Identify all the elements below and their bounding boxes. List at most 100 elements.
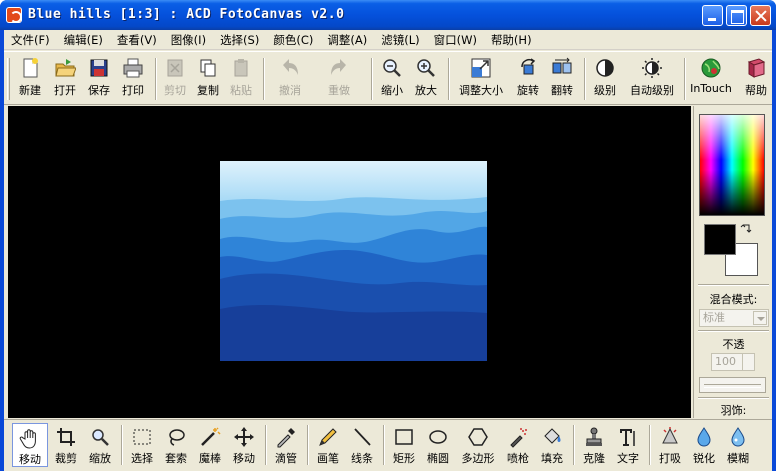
resize-button[interactable]: 调整大小 [453,55,509,101]
opacity-slider[interactable] [699,377,766,393]
save-button[interactable]: 保存 [81,55,117,101]
tool-magic-wand[interactable]: 魔棒 [192,423,228,467]
tool-hand-move[interactable]: 移动 [12,423,48,467]
tool-airbrush[interactable]: 喷枪 [500,423,536,467]
tool-clone[interactable]: 克隆 [576,423,612,467]
swap-colors-icon[interactable] [740,223,752,235]
app-logo-icon[interactable] [6,7,22,23]
levels-button[interactable]: 级别 [588,55,622,101]
tool-zoom[interactable]: 缩放 [82,423,118,467]
hand-icon [19,429,36,449]
tool-line[interactable]: 线条 [344,423,380,467]
auto-levels-label: 自动级别 [630,84,674,97]
zoom-in-button[interactable]: 放大 [409,55,443,101]
toolbar-separator [155,58,157,100]
spin-arrows-icon[interactable] [742,354,754,370]
canvas-area[interactable] [8,106,691,418]
sharpen-icon [697,427,711,447]
title-bar[interactable]: Blue hills [1:3] : ACD FotoCanvas v2.0 [0,0,776,30]
tool-label: 打吸 [659,452,681,465]
rect-select-icon [133,429,151,445]
maximize-button[interactable] [726,5,747,26]
tool-polygon[interactable]: 多边形 [456,423,500,467]
clone-stamp-icon [586,427,602,446]
tool-ellipse[interactable]: 椭圆 [420,423,456,467]
toolbar-separator [383,425,385,465]
cut-button[interactable]: 剪切 [158,55,192,101]
menu-help[interactable]: 帮助(H) [484,30,539,50]
blend-mode-select[interactable]: 标准 [699,309,769,327]
polygon-icon [468,428,488,446]
pencil-icon [319,428,337,446]
menu-image[interactable]: 图像(I) [164,30,213,50]
paste-icon [234,59,248,77]
rotate-icon [521,58,536,75]
intouch-button[interactable]: InTouch [688,55,734,101]
copy-label: 复制 [197,84,219,97]
tool-label: 椭圆 [427,452,449,465]
minimize-button[interactable] [702,5,723,26]
tool-rectangle[interactable]: 矩形 [386,423,422,467]
tool-fill[interactable]: 填充 [534,423,570,467]
opacity-spinner[interactable]: 100 [711,353,755,371]
toolbar-grip[interactable] [7,58,10,100]
menu-adjust[interactable]: 调整(A) [320,30,374,50]
line-icon [354,428,371,446]
menu-window[interactable]: 窗口(W) [427,30,484,50]
zoom-out-button[interactable]: 缩小 [375,55,409,101]
crop-icon [57,428,75,446]
flip-button[interactable]: 翻转 [545,55,579,101]
tool-rect-select[interactable]: 选择 [124,423,160,467]
color-spectrum-picker[interactable] [699,114,765,216]
tool-text[interactable]: 文字 [610,423,646,467]
zoom-out-icon [383,59,401,77]
menu-filter[interactable]: 滤镜(L) [374,30,426,50]
tool-label: 套索 [165,452,187,465]
tool-pencil[interactable]: 画笔 [310,423,346,467]
toolbar-separator [371,58,373,100]
text-icon [620,429,635,446]
undo-icon [283,59,298,75]
tools-toolbar: 移动 裁剪 缩放 选择 套索 魔棒 移动 滴管 画笔 线条 矩形 椭圆 多边形 … [4,419,772,471]
redo-icon [331,59,346,75]
new-file-icon [23,58,38,78]
tool-lasso[interactable]: 套索 [158,423,194,467]
blend-mode-value: 标准 [703,311,725,324]
app-window: Blue hills [1:3] : ACD FotoCanvas v2.0 文… [0,0,776,471]
rotate-button[interactable]: 旋转 [511,55,545,101]
levels-icon [596,59,614,77]
new-button[interactable]: 新建 [12,55,48,101]
main-toolbar: 新建 打开 保存 打印 剪切 复制 粘贴 撤消 重做 缩小 放大 调整大小 旋转… [4,51,772,105]
print-button[interactable]: 打印 [115,55,151,101]
copy-button[interactable]: 复制 [191,55,225,101]
tool-eyedropper[interactable]: 滴管 [268,423,304,467]
tool-burn[interactable]: 打吸 [652,423,688,467]
undo-button[interactable]: 撤消 [266,55,314,101]
toolbar-separator [684,58,686,100]
zoom-in-label: 放大 [415,84,437,97]
menu-color[interactable]: 颜色(C) [266,30,320,50]
foreground-color-swatch[interactable] [704,224,736,255]
redo-button[interactable]: 重做 [315,55,363,101]
toolbar-separator [649,425,651,465]
tool-blur[interactable]: 模糊 [720,423,756,467]
image-blue-hills[interactable] [220,161,487,361]
tool-move[interactable]: 移动 [226,423,262,467]
toolbar-separator [121,425,123,465]
menu-file[interactable]: 文件(F) [4,30,57,50]
paste-button[interactable]: 粘贴 [224,55,258,101]
tool-crop[interactable]: 裁剪 [48,423,84,467]
airbrush-icon [510,428,527,448]
tool-sharpen[interactable]: 锐化 [686,423,722,467]
auto-levels-button[interactable]: 自动级别 [624,55,680,101]
toolbar-separator [584,58,586,100]
tool-label: 喷枪 [507,452,529,465]
open-button[interactable]: 打开 [47,55,83,101]
help-button[interactable]: 帮助 [740,55,772,101]
menu-view[interactable]: 查看(V) [110,30,164,50]
close-button[interactable] [750,5,771,26]
help-book-icon [747,58,766,78]
menu-edit[interactable]: 编辑(E) [57,30,110,50]
menu-select[interactable]: 选择(S) [213,30,266,50]
burn-icon [662,427,678,444]
